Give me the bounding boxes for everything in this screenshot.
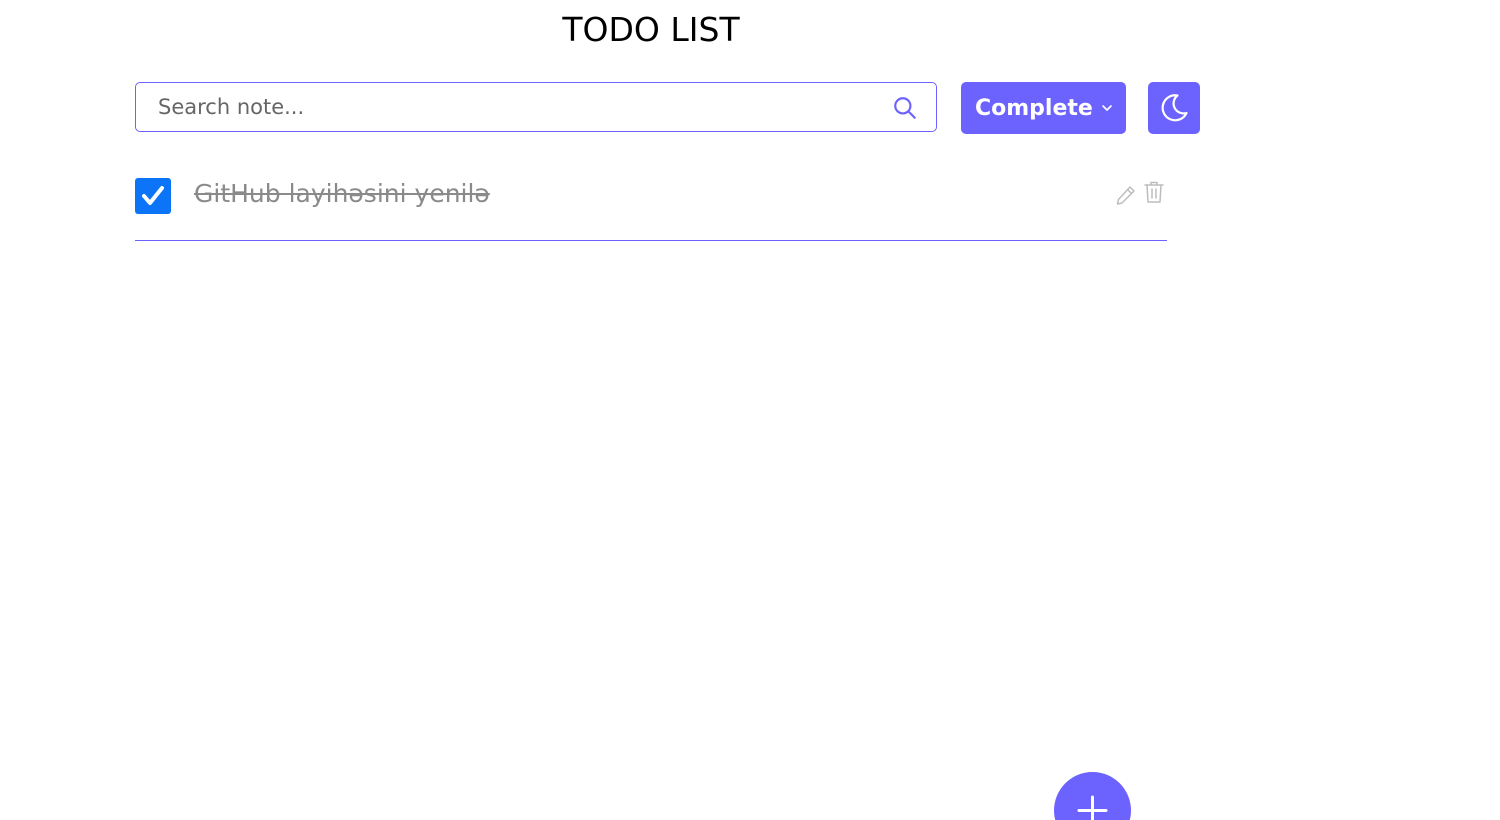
search-input[interactable] <box>158 83 858 131</box>
trash-icon[interactable] <box>1143 180 1165 204</box>
note-text: GitHub layihəsini yenilə <box>194 179 490 208</box>
chevron-down-icon <box>1102 105 1112 111</box>
search-field[interactable] <box>135 82 937 132</box>
plus-icon <box>1077 795 1108 820</box>
checkmark-icon <box>142 186 164 205</box>
theme-toggle-button[interactable] <box>1148 82 1200 134</box>
pencil-icon[interactable] <box>1115 184 1137 206</box>
moon-icon <box>1161 94 1188 122</box>
note-item: GitHub layihəsini yenilə <box>135 160 1167 241</box>
status-filter-select[interactable]: Complete <box>961 82 1126 134</box>
add-note-button[interactable] <box>1054 772 1131 820</box>
page-title: TODO LIST <box>562 10 740 49</box>
search-icon[interactable] <box>892 95 918 121</box>
todo-app: TODO LIST Complete GitHub layihəsini yen… <box>0 0 1500 820</box>
note-complete-checkbox[interactable] <box>135 178 171 214</box>
status-filter-label: Complete <box>975 95 1093 121</box>
